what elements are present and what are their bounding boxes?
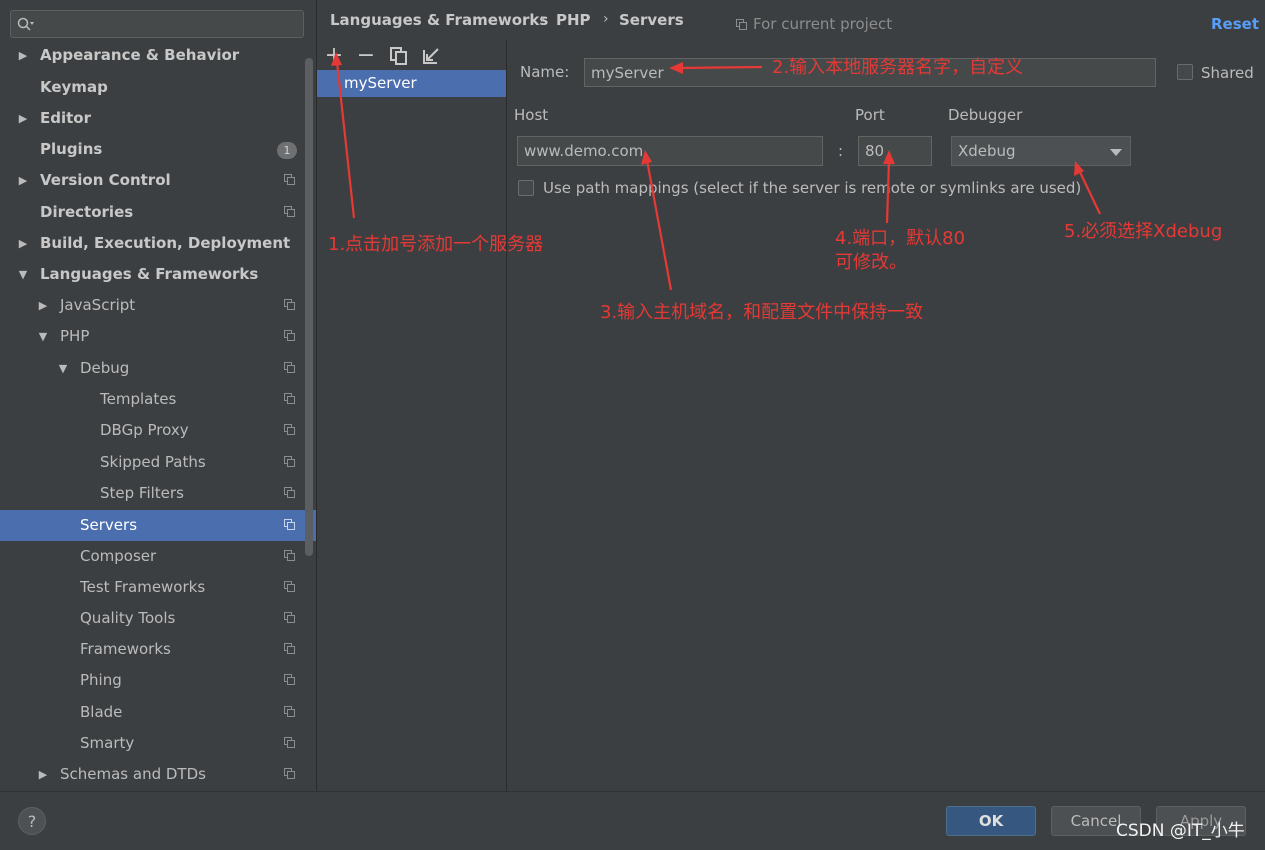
tree-item-dbgp-proxy[interactable]: DBGp Proxy	[0, 415, 316, 446]
tree-item-label: Appearance & Behavior	[40, 46, 240, 64]
project-scope-icon	[284, 768, 295, 779]
tree-item-skipped-paths[interactable]: Skipped Paths	[0, 447, 316, 478]
tree-item-label: Plugins	[40, 140, 103, 158]
tree-item-label: Editor	[40, 109, 91, 127]
project-scope-icon	[284, 737, 295, 748]
tree-item-label: Smarty	[80, 734, 135, 752]
help-button[interactable]: ?	[18, 807, 46, 835]
project-scope-icon	[284, 674, 295, 685]
breadcrumb-separator: ›	[603, 11, 609, 27]
tree-item-label: Step Filters	[100, 484, 184, 502]
tree-item-smarty[interactable]: Smarty	[0, 728, 316, 759]
project-scope-icon	[284, 706, 295, 717]
project-scope-icon	[284, 612, 295, 623]
tree-item-debug[interactable]: ▼ Debug	[0, 353, 316, 384]
tree-item-label: Quality Tools	[80, 609, 176, 627]
expand-arrow-icon[interactable]: ▶	[16, 165, 30, 196]
annotation-step1: 1.点击加号添加一个服务器	[328, 234, 544, 255]
plugins-update-badge: 1	[277, 142, 297, 159]
tree-item-label: Servers	[80, 516, 138, 534]
expand-arrow-icon[interactable]: ▶	[16, 103, 30, 134]
tree-item-test-frameworks[interactable]: Test Frameworks	[0, 572, 316, 603]
csdn-watermark: CSDN @IT_小牛	[1116, 821, 1245, 841]
tree-item-label: Skipped Paths	[100, 453, 206, 471]
annotation-step4-line1: 4.端口，默认80	[835, 228, 966, 249]
settings-search-input[interactable]	[10, 10, 304, 38]
for-current-project-hint: For current project	[753, 15, 893, 33]
reset-link[interactable]: Reset	[1211, 15, 1259, 33]
tree-item-label: Version Control	[40, 171, 171, 189]
tree-item-label: PHP	[60, 327, 90, 345]
tree-item-label: Schemas and DTDs	[60, 765, 206, 783]
tree-item-label: DBGp Proxy	[100, 421, 189, 439]
project-scope-icon	[284, 299, 295, 310]
tree-item-keymap[interactable]: Keymap	[0, 72, 316, 103]
annotation-step3: 3.输入主机域名，和配置文件中保持一致	[600, 302, 924, 323]
tree-item-label: Debug	[80, 359, 130, 377]
tree-item-templates[interactable]: Templates	[0, 384, 316, 415]
annotation-step4-line2: 可修改。	[835, 252, 907, 273]
tree-item-label: JavaScript	[60, 296, 136, 314]
project-scope-icon	[284, 487, 295, 498]
tree-item-javascript[interactable]: ▶ JavaScript	[0, 290, 316, 321]
breadcrumb-item[interactable]: Languages & Frameworks	[330, 11, 548, 29]
tree-item-languages-frameworks[interactable]: ▼ Languages & Frameworks	[0, 259, 316, 290]
collapse-arrow-icon[interactable]: ▼	[56, 353, 70, 384]
project-scope-icon	[284, 393, 295, 404]
collapse-arrow-icon[interactable]: ▼	[36, 321, 50, 352]
project-scope-icon	[284, 643, 295, 654]
expand-arrow-icon[interactable]: ▶	[36, 759, 50, 790]
sidebar-scrollbar[interactable]	[305, 58, 313, 556]
tree-item-frameworks[interactable]: Frameworks	[0, 634, 316, 665]
tree-item-label: Templates	[100, 390, 177, 408]
tree-item-editor[interactable]: ▶ Editor	[0, 103, 316, 134]
tree-item-step-filters[interactable]: Step Filters	[0, 478, 316, 509]
tree-item-plugins[interactable]: Plugins 1	[0, 134, 316, 165]
tree-item-version-control[interactable]: ▶ Version Control	[0, 165, 316, 196]
project-scope-icon	[284, 550, 295, 561]
expand-arrow-icon[interactable]: ▶	[16, 40, 30, 71]
expand-arrow-icon[interactable]: ▶	[36, 290, 50, 321]
project-scope-icon	[284, 581, 295, 592]
annotation-step5: 5.必须选择Xdebug	[1064, 221, 1223, 242]
breadcrumb-separator: ›	[540, 11, 546, 27]
tree-item-label: Phing	[80, 671, 122, 689]
tree-item-label: Test Frameworks	[80, 578, 206, 596]
tree-item-label: Directories	[40, 203, 134, 221]
search-icon	[17, 17, 34, 31]
breadcrumb-item[interactable]: PHP	[556, 11, 591, 29]
tree-item-build-execution-deployment[interactable]: ▶ Build, Execution, Deployment	[0, 228, 316, 259]
tree-item-blade[interactable]: Blade	[0, 697, 316, 728]
tree-item-label: Blade	[80, 703, 123, 721]
tree-item-label: Frameworks	[80, 640, 171, 658]
tree-item-quality-tools[interactable]: Quality Tools	[0, 603, 316, 634]
tree-item-label: Keymap	[40, 78, 108, 96]
project-scope-icon	[736, 19, 747, 30]
tree-item-php[interactable]: ▼ PHP	[0, 321, 316, 352]
collapse-arrow-icon[interactable]: ▼	[16, 259, 30, 290]
project-scope-icon	[284, 330, 295, 341]
tree-item-schemas-dtds[interactable]: ▶ Schemas and DTDs	[0, 759, 316, 790]
project-scope-icon	[284, 206, 295, 217]
tree-item-appearance-behavior[interactable]: ▶ Appearance & Behavior	[0, 40, 316, 71]
tree-item-phing[interactable]: Phing	[0, 665, 316, 696]
ok-button[interactable]: OK	[946, 806, 1036, 836]
annotation-step2: 2.输入本地服务器名字，自定义	[772, 57, 1024, 78]
project-scope-icon	[284, 456, 295, 467]
tree-item-label: Build, Execution, Deployment	[40, 234, 291, 252]
tree-item-directories[interactable]: Directories	[0, 197, 316, 228]
breadcrumb-item-current: Servers	[619, 11, 684, 29]
settings-sidebar: ▶ Appearance & Behavior Keymap ▶ Editor …	[0, 0, 317, 791]
tree-item-composer[interactable]: Composer	[0, 541, 316, 572]
tree-item-servers[interactable]: Servers	[0, 510, 316, 541]
project-scope-icon	[284, 362, 295, 373]
project-scope-icon	[284, 424, 295, 435]
annotation-arrows	[331, 52, 1101, 291]
project-scope-icon	[284, 519, 295, 530]
tree-item-label: Composer	[80, 547, 157, 565]
expand-arrow-icon[interactable]: ▶	[16, 228, 30, 259]
project-scope-icon	[284, 174, 295, 185]
tree-item-label: Languages & Frameworks	[40, 265, 259, 283]
